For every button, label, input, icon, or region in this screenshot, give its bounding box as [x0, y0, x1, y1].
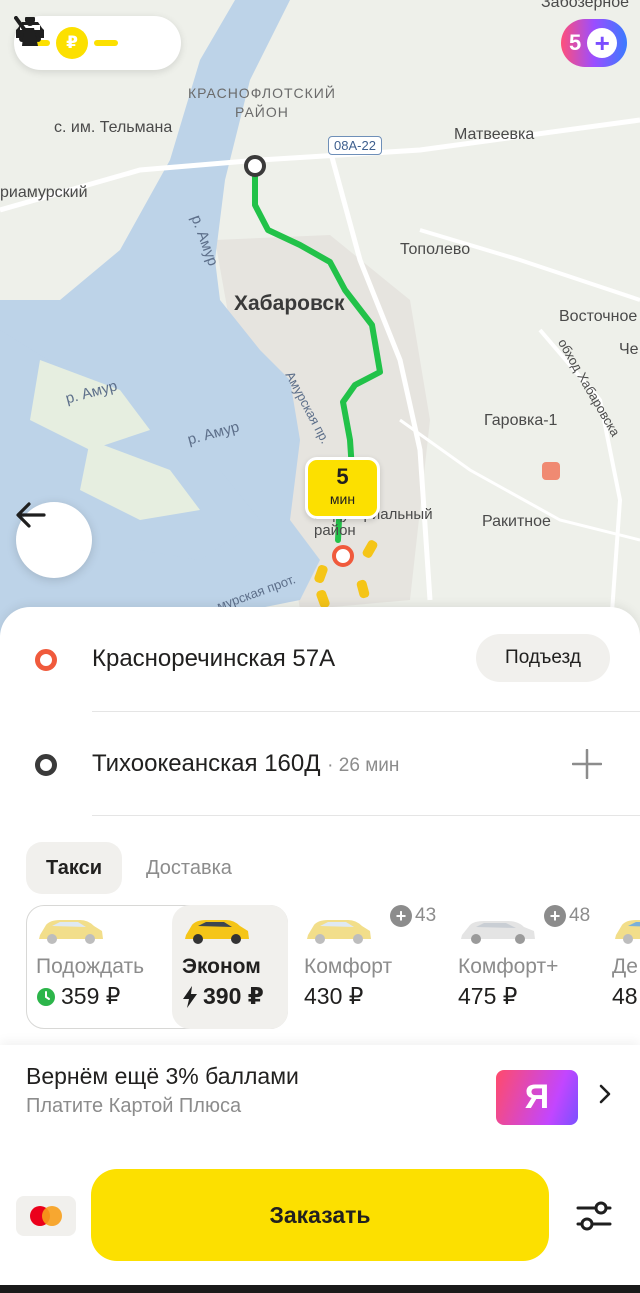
plus-icon: + [390, 905, 412, 927]
payment-method-button[interactable] [16, 1196, 76, 1236]
destination-address: Тихоокеанская 160Д · 26 мин [92, 750, 399, 778]
tariff-price-value: 390 ₽ [203, 983, 264, 1009]
map-label-matveevka: Матвеевка [454, 126, 535, 143]
car-icon [185, 920, 249, 944]
system-nav-strip [0, 1285, 640, 1293]
destination-address-row[interactable]: Тихоокеанская 160Д · 26 мин [0, 712, 640, 816]
tariff-comfort[interactable]: + 43 Комфорт 430 ₽ [294, 905, 444, 1029]
destination-dot-icon [35, 754, 57, 776]
tariff-price: 390 ₽ [182, 983, 264, 1010]
cashback-subtitle: Платите Картой Плюса [26, 1095, 242, 1117]
eta-badge: 5 мин [305, 457, 380, 519]
pickup-address-row[interactable]: Красноречинская 57А Подъезд [0, 607, 640, 711]
tariff-carousel[interactable]: Подождать 359 ₽ Эконом 390 ₽ + 43 Комфор… [26, 905, 640, 1031]
map-label-garovka: Гаровка-1 [484, 412, 558, 429]
yandex-plus-card-icon: Я [496, 1070, 578, 1125]
tariff-price: 48 [612, 983, 638, 1010]
map[interactable]: Забозерное КРАСНОФЛОТСКИЙ РАЙОН с. им. Т… [0, 0, 640, 640]
clock-icon [37, 987, 55, 1006]
options-sliders-icon[interactable] [572, 1194, 616, 1238]
ride-mode-indicator[interactable]: ₽ [14, 16, 181, 70]
car-icon [39, 920, 103, 944]
map-label-vostochnoe: Восточное [559, 308, 638, 325]
tariff-price: 359 ₽ [36, 983, 120, 1010]
tariff-price-value: 475 ₽ [458, 983, 518, 1009]
destination-name: Тихоокеанская 160Д [92, 750, 321, 777]
plus-badge-value: 43 [415, 905, 437, 926]
tariff-price: 475 ₽ [458, 983, 517, 1010]
tariff-name: Комфорт [304, 955, 393, 978]
map-label-che: Че [619, 341, 639, 358]
mastercard-icon [30, 1206, 62, 1226]
order-button[interactable]: Заказать [91, 1169, 549, 1261]
map-label-topolevo: Тополево [400, 241, 471, 258]
pickup-address: Красноречинская 57А [92, 645, 336, 672]
cashback-banner[interactable]: Вернём ещё 3% баллами Платите Картой Плю… [0, 1045, 640, 1175]
tariff-economy[interactable]: Эконом 390 ₽ [172, 905, 288, 1029]
plus-icon: + [587, 28, 618, 58]
pickup-dot-icon [35, 649, 57, 671]
service-tabs: Такси Доставка [26, 842, 252, 894]
tariff-name: Эконом [182, 955, 261, 978]
tariff-name: Де [612, 955, 638, 978]
destination-duration: · 26 мин [327, 755, 400, 776]
car-icon [307, 920, 371, 944]
map-label-district: КРАСНОФЛОТСКИЙ РАЙОН [188, 85, 336, 120]
passenger-hailing-icon [14, 16, 38, 46]
tariff-name: Комфорт+ [458, 955, 559, 978]
tariff-price-value: 359 ₽ [61, 983, 121, 1009]
plus-points-value: 5 [569, 30, 582, 55]
eta-value: 5 [336, 464, 349, 489]
road-badge: 08А-22 [328, 136, 382, 155]
eta-unit: мин [329, 491, 356, 507]
plus-icon: + [544, 905, 566, 927]
tariff-comfort-plus[interactable]: + 48 Комфорт+ 475 ₽ [448, 905, 598, 1029]
lightning-icon [183, 985, 197, 1008]
ruble-lightning-icon: ₽ [56, 27, 88, 59]
back-button[interactable] [16, 502, 92, 578]
tab-delivery[interactable]: Доставка [126, 842, 252, 894]
plus-badge-value: 48 [569, 905, 591, 926]
tariff-wait[interactable]: Подождать 359 ₽ [26, 905, 166, 1029]
tariff-name: Подождать [36, 955, 145, 978]
map-label-rakitnoe: Ракитное [482, 513, 551, 530]
map-label-telmana: с. им. Тельмана [54, 119, 173, 136]
bottom-bar: Заказать [0, 1169, 640, 1293]
tariff-partial[interactable]: Де 48 [602, 905, 640, 1029]
plus-badge: + 43 [390, 905, 436, 927]
car-icon [615, 920, 640, 944]
chevron-right-icon [599, 1084, 611, 1104]
tariff-price: 430 ₽ [304, 983, 363, 1010]
cashback-title: Вернём ещё 3% баллами [26, 1063, 299, 1089]
tariff-price-value: 430 ₽ [304, 983, 364, 1009]
map-label-khabarovsk: Хабаровск [234, 292, 345, 315]
entrance-button[interactable]: Подъезд [476, 634, 610, 682]
map-label-priamursky: риамурский [0, 184, 88, 201]
car-icon [461, 921, 535, 944]
progress-line-2 [94, 40, 118, 46]
tab-taxi[interactable]: Такси [26, 842, 123, 894]
map-label-zabozernoe: Забозерное [541, 0, 630, 11]
address-divider-2 [92, 815, 640, 816]
arrow-left-icon [16, 502, 46, 528]
plus-badge: + 48 [544, 905, 590, 927]
add-stop-icon[interactable] [572, 749, 602, 779]
tariff-price-value: 48 [612, 983, 638, 1009]
plus-points-button[interactable]: 5 + [561, 19, 627, 67]
order-sheet: Красноречинская 57А Подъезд Тихоокеанска… [0, 607, 640, 1293]
